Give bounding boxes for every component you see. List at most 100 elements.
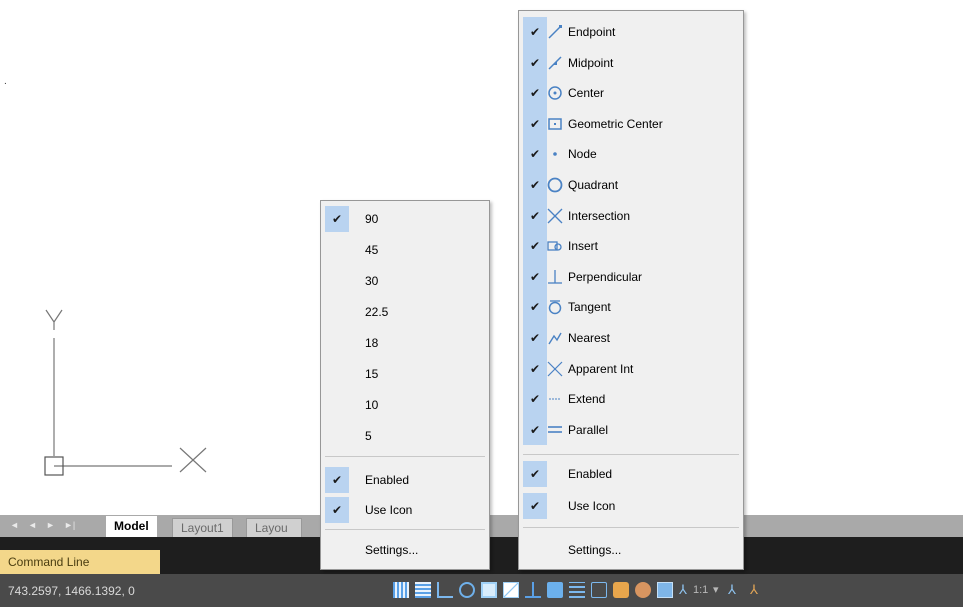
annotation-monitor-icon[interactable]	[635, 582, 651, 598]
menu-item-label: 30	[365, 274, 379, 288]
menu-item-label: 18	[365, 336, 379, 350]
object-snap-icon[interactable]	[481, 582, 497, 598]
lineweight-icon[interactable]	[569, 582, 585, 598]
snap-item-intersection[interactable]: ✔ Intersection	[519, 201, 743, 231]
snap-item-extend[interactable]: ✔ Extend	[519, 384, 743, 414]
snap-item-nearest[interactable]: ✔ Nearest	[519, 323, 743, 353]
menu-item-label: 45	[365, 243, 379, 257]
snap-item-tangent[interactable]: ✔ Tangent	[519, 292, 743, 322]
menu-item-label: 10	[365, 398, 379, 412]
tab-nav-last[interactable]: ►|	[64, 520, 75, 530]
command-line-tab[interactable]: Command Line	[0, 550, 160, 574]
snap-item-node[interactable]: ✔ Node	[519, 139, 743, 169]
endpoint-icon	[547, 24, 563, 40]
object-snap-tracking-icon[interactable]	[503, 582, 519, 598]
snap-use-icon-item[interactable]: ✔ Use Icon	[519, 493, 743, 519]
annotation-scale-value[interactable]: 1:1	[693, 584, 708, 596]
polar-angle-item-30[interactable]: 30	[321, 268, 489, 294]
snap-item-apparent-int[interactable]: ✔ Apparent Int	[519, 354, 743, 384]
snap-settings-item[interactable]: Settings...	[519, 537, 743, 563]
scale-dropdown-icon[interactable]: ▾	[713, 583, 719, 596]
snap-item-perpendicular[interactable]: ✔ Perpendicular	[519, 262, 743, 292]
check-icon: ✔	[523, 461, 547, 487]
status-bar: 743.2597, 1466.1392, 0 ⅄ 1:1 ▾ ⅄ ⅄	[0, 574, 963, 607]
check-icon: ✔	[529, 25, 541, 39]
snap-item-endpoint[interactable]: ✔ Endpoint	[519, 17, 743, 47]
check-icon: ✔	[529, 239, 541, 254]
insert-icon	[547, 238, 563, 254]
polar-enabled-item[interactable]: ✔ Enabled	[321, 467, 489, 493]
grid-display-icon[interactable]	[393, 582, 409, 598]
menu-item-label: Node	[568, 147, 597, 162]
tab-nav-next[interactable]: ►	[46, 520, 55, 530]
menu-separator	[523, 527, 739, 528]
polar-tracking-icon[interactable]	[459, 582, 475, 598]
menu-item-label: 22.5	[365, 305, 389, 319]
menu-item-label: Nearest	[568, 331, 611, 345]
menu-item-label: Tangent	[568, 300, 611, 315]
menu-item-label: Parallel	[568, 422, 609, 437]
center-icon	[547, 85, 563, 101]
parallel-icon	[547, 422, 563, 438]
snap-mode-icon[interactable]	[415, 582, 431, 598]
polar-use-icon-item[interactable]: ✔ Use Icon	[321, 497, 489, 523]
menu-item-label: Use Icon	[568, 499, 616, 513]
polar-angle-item-18[interactable]: 18	[321, 330, 489, 356]
menu-item-label: Midpoint	[568, 55, 614, 70]
check-icon: ✔	[529, 422, 541, 437]
tab-nav-first[interactable]: ◄	[10, 520, 19, 530]
object-snap-menu: ✔ Endpoint ✔ Midpoint ✔ Center ✔ Geometric Cent…	[518, 10, 744, 570]
polar-angle-item-5[interactable]: 5	[321, 423, 489, 449]
menu-separator	[523, 454, 739, 455]
x-axis-label-glyph	[179, 447, 207, 473]
polar-angle-item-90[interactable]: ✔ 90	[321, 206, 489, 232]
polar-angle-menu: ✔ 90 45 30 22.5 18 15 10 5 ✔ Enabled ✔ U…	[320, 200, 490, 570]
node-icon	[547, 146, 563, 162]
check-icon: ✔	[523, 493, 547, 519]
menu-item-label: Settings...	[568, 543, 622, 557]
tab-layout1[interactable]: Layout1	[172, 518, 233, 538]
tab-nav-prev[interactable]: ◄	[28, 520, 37, 530]
nearest-icon	[547, 330, 563, 346]
quadrant-icon	[547, 177, 563, 193]
tangent-icon	[547, 299, 563, 315]
snap-item-insert[interactable]: ✔ Insert	[519, 231, 743, 261]
snap-item-parallel[interactable]: ✔ Parallel	[519, 415, 743, 445]
check-icon: ✔	[529, 178, 541, 192]
annotation-visibility-icon[interactable]: ⅄	[728, 582, 742, 598]
stray-dot: .	[4, 76, 7, 87]
auto-scale-icon[interactable]: ⅄	[750, 582, 764, 598]
snap-enabled-item[interactable]: ✔ Enabled	[519, 461, 743, 487]
snap-item-quadrant[interactable]: ✔ Quadrant	[519, 170, 743, 200]
check-icon: ✔	[529, 361, 541, 376]
snap-item-midpoint[interactable]: ✔ Midpoint	[519, 48, 743, 78]
menu-item-label: 5	[365, 429, 372, 443]
annotation-scale-icon[interactable]: ⅄	[679, 582, 693, 598]
dynamic-ucs-icon[interactable]	[525, 582, 541, 598]
menu-item-label: Quadrant	[568, 178, 619, 192]
snap-item-geometric-center[interactable]: ✔ Geometric Center	[519, 109, 743, 139]
polar-angle-item-45[interactable]: 45	[321, 237, 489, 263]
check-icon: ✔	[529, 116, 541, 131]
menu-item-label: 90	[365, 212, 379, 226]
snap-item-center[interactable]: ✔ Center	[519, 78, 743, 108]
menu-item-label: Center	[568, 86, 605, 101]
check-icon: ✔	[529, 300, 541, 315]
polar-angle-item-22-5[interactable]: 22.5	[321, 299, 489, 325]
selection-cycling-icon[interactable]	[613, 582, 629, 598]
menu-item-label: Perpendicular	[568, 269, 643, 284]
polar-angle-item-10[interactable]: 10	[321, 392, 489, 418]
check-icon: ✔	[529, 86, 541, 101]
quick-properties-icon[interactable]	[657, 582, 673, 598]
polar-angle-item-15[interactable]: 15	[321, 361, 489, 387]
menu-item-label: Endpoint	[568, 25, 616, 39]
menu-separator	[325, 529, 485, 530]
polar-settings-item[interactable]: Settings...	[321, 537, 489, 563]
ortho-mode-icon[interactable]	[437, 582, 453, 598]
transparency-icon[interactable]	[591, 582, 607, 598]
tab-model[interactable]: Model	[106, 516, 157, 537]
dynamic-input-icon[interactable]	[547, 582, 563, 598]
perpendicular-icon	[547, 269, 563, 285]
menu-item-label: Insert	[568, 239, 599, 254]
tab-layout2[interactable]: Layou	[246, 518, 302, 537]
